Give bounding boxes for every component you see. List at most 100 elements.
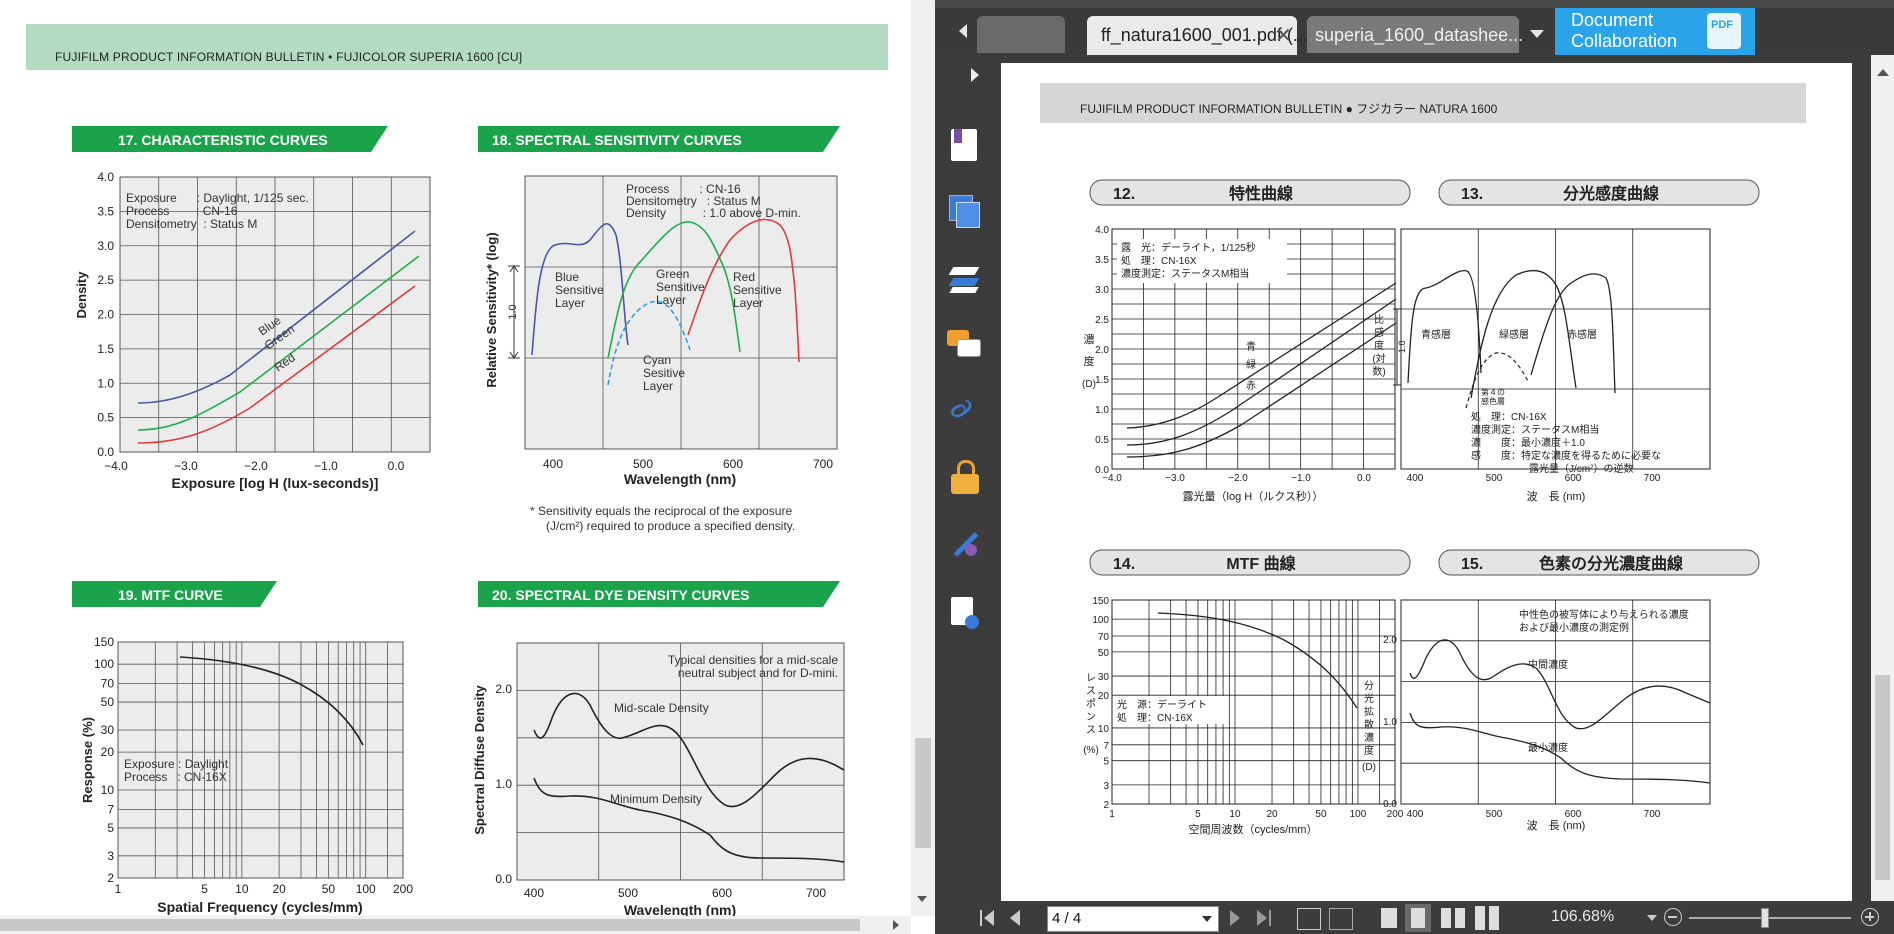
sec14-title: MTF 曲線: [1226, 554, 1295, 573]
x-tick-label: 200: [1387, 809, 1404, 820]
x-tick-label: 700: [806, 886, 826, 900]
x-tick-label: 200: [393, 882, 413, 896]
pdf-page-content: FUJIFILM PRODUCT INFORMATION BULLETIN ● …: [1040, 83, 1806, 836]
sec12-x-axis-label: 露光量（log H（ルクス秒））: [1183, 489, 1324, 503]
sec14-x-axis-label: 空間周波数（cycles/mm）: [1189, 822, 1318, 836]
tab-superia-label: superia_1600_datashee...: [1315, 25, 1524, 45]
x-tick-label: −1.0: [314, 459, 338, 473]
y-tick-label: 1.0: [1383, 717, 1397, 728]
zoom-out-button[interactable]: [1664, 908, 1682, 926]
left-doc-charts: 17. CHARACTERISTIC CURVES 0.0 0.5 1.0 1.5 2.…: [72, 126, 845, 918]
last-page-bar: [1269, 910, 1271, 926]
sec13-x-axis-label: 波 長 (nm): [1527, 490, 1586, 503]
tab-bar-top-strip: [935, 0, 1894, 8]
zoom-in-button[interactable]: [1861, 908, 1879, 926]
sec12-note-2: 処 理：CN-16X: [1121, 254, 1197, 267]
page-number-select[interactable]: 4 / 4: [1047, 906, 1219, 932]
y-tick-label: 30: [101, 723, 115, 737]
x-tick-label: −2.0: [244, 459, 268, 473]
accessibility-check-icon[interactable]: [951, 597, 979, 629]
viewer-scroll-thumb[interactable]: [1875, 675, 1890, 880]
viewer-status-bar: 4 / 4 106.68%: [935, 901, 1894, 934]
x-tick-label: 50: [322, 882, 336, 896]
two-page-view-icon[interactable]: [1441, 908, 1465, 928]
first-page-icon[interactable]: [980, 910, 998, 926]
next-page-icon[interactable]: [1230, 910, 1240, 926]
x-tick-label: −3.0: [1165, 473, 1185, 484]
sec17-note-3: Densitometry : Status M: [126, 217, 257, 231]
sec15-y-label-6: 度: [1364, 744, 1374, 757]
view-options-icon[interactable]: [1297, 908, 1321, 930]
sec18-title: 18. SPECTRAL SENSITIVITY CURVES: [492, 132, 742, 148]
previous-page-icon[interactable]: [1010, 910, 1020, 926]
two-page-continuous-view-icon[interactable]: [1475, 906, 1499, 930]
sec12-label-3: 赤: [1246, 380, 1256, 392]
tab-empty-placeholder[interactable]: [977, 16, 1065, 53]
sec20-y-axis-label: Spectral Diffuse Density: [472, 684, 487, 834]
sec13-note-5: 露光量（J/cm²）の逆数: [1529, 462, 1633, 475]
x-tick-label: 700: [1644, 473, 1661, 484]
x-tick-label: 600: [723, 457, 743, 471]
check-badge: [965, 615, 979, 629]
sec15-title-pill: 15. 色素の分光濃度曲線: [1438, 549, 1760, 576]
single-page-view-icon[interactable]: [1381, 908, 1397, 928]
y-tick-label: 100: [94, 657, 114, 671]
lock-icon[interactable]: [951, 460, 979, 494]
viewer-scroll-up-icon[interactable]: [1877, 69, 1889, 76]
document-collaboration-line-1: Document: [1571, 10, 1654, 30]
tab-superia-datasheet[interactable]: superia_1600_datashee...: [1307, 16, 1523, 53]
pdf-badge-text: PDF: [1711, 19, 1733, 31]
tabs-dropdown-button[interactable]: [1525, 22, 1549, 46]
x-tick-label: 700: [813, 457, 833, 471]
left-horizontal-scrollbar[interactable]: [0, 916, 911, 934]
y-tick-label: 1.5: [97, 342, 114, 356]
comments-icon[interactable]: [947, 330, 981, 360]
viewer-vertical-scrollbar[interactable]: [1871, 55, 1894, 901]
sec15-note-2: および最小濃度の測定例: [1519, 621, 1629, 634]
x-tick-label: 20: [272, 882, 286, 896]
bookmark-icon[interactable]: [951, 129, 977, 161]
sec15-y-label-4: 散: [1364, 718, 1374, 731]
tab-natura-pdf[interactable]: ff_natura1600_001.pdf (... ✕: [1087, 16, 1308, 55]
continuous-view-icon[interactable]: [1405, 904, 1431, 932]
lock-body: [951, 474, 979, 494]
y-tick-label: 7: [107, 803, 114, 817]
left-scroll-right-arrow-icon[interactable]: [893, 920, 899, 930]
x-tick-label: 100: [356, 882, 376, 896]
tab-close-icon[interactable]: ✕: [1275, 23, 1292, 48]
sec14-title-pill: 14. MTF 曲線: [1089, 549, 1411, 576]
signature-pen-icon[interactable]: [949, 528, 981, 560]
sec20-note-1: Typical densities for a mid-scale: [668, 653, 838, 667]
zoom-slider-thumb[interactable]: [1761, 908, 1769, 928]
zoom-dropdown-icon[interactable]: [1647, 915, 1657, 921]
zoom-slider-track[interactable]: [1689, 917, 1851, 919]
y-tick-label: 3.5: [97, 204, 114, 218]
page-canvas: FUJIFILM PRODUCT INFORMATION BULLETIN ● …: [991, 55, 1871, 901]
left-scroll-down-arrow-icon[interactable]: [917, 896, 927, 902]
tabs-scroll-left-button[interactable]: [953, 16, 977, 46]
x-tick-label: 500: [633, 457, 653, 471]
x-tick-label: −4.0: [104, 459, 128, 473]
y-tick-label: 7: [1103, 741, 1109, 752]
page-select-dropdown-icon[interactable]: [1202, 916, 1212, 922]
left-horizontal-scroll-thumb[interactable]: [0, 919, 860, 931]
last-page-icon[interactable]: [1257, 910, 1275, 926]
document-collaboration-button[interactable]: Document Collaboration PDF: [1555, 8, 1755, 55]
y-tick-label: 0.0: [97, 445, 114, 459]
view-options-2-icon[interactable]: [1329, 908, 1353, 930]
pages-thumbnails-icon[interactable]: [949, 195, 980, 228]
sec15-num: 15.: [1461, 556, 1483, 573]
last-page-arrow: [1257, 910, 1267, 926]
sec19-note-2: Process : CN-16X: [124, 770, 227, 784]
attachment-icon[interactable]: ∂: [944, 393, 978, 427]
left-vertical-scrollbar[interactable]: [911, 0, 935, 916]
y-tick-label: 4.0: [97, 170, 114, 184]
y-tick-label: 3.0: [97, 239, 114, 253]
layers-icon[interactable]: [948, 263, 980, 295]
sec17-y-axis-label: Density: [74, 271, 89, 319]
sec15-note-1: 中性色の被写体により与えられる濃度: [1519, 608, 1689, 621]
sidebar-collapse-arrow-icon[interactable]: [971, 68, 979, 82]
left-vertical-scroll-thumb[interactable]: [915, 738, 931, 848]
sec14-y-label-3: ポ: [1086, 698, 1096, 710]
x-tick-label: −1.0: [1291, 473, 1311, 484]
